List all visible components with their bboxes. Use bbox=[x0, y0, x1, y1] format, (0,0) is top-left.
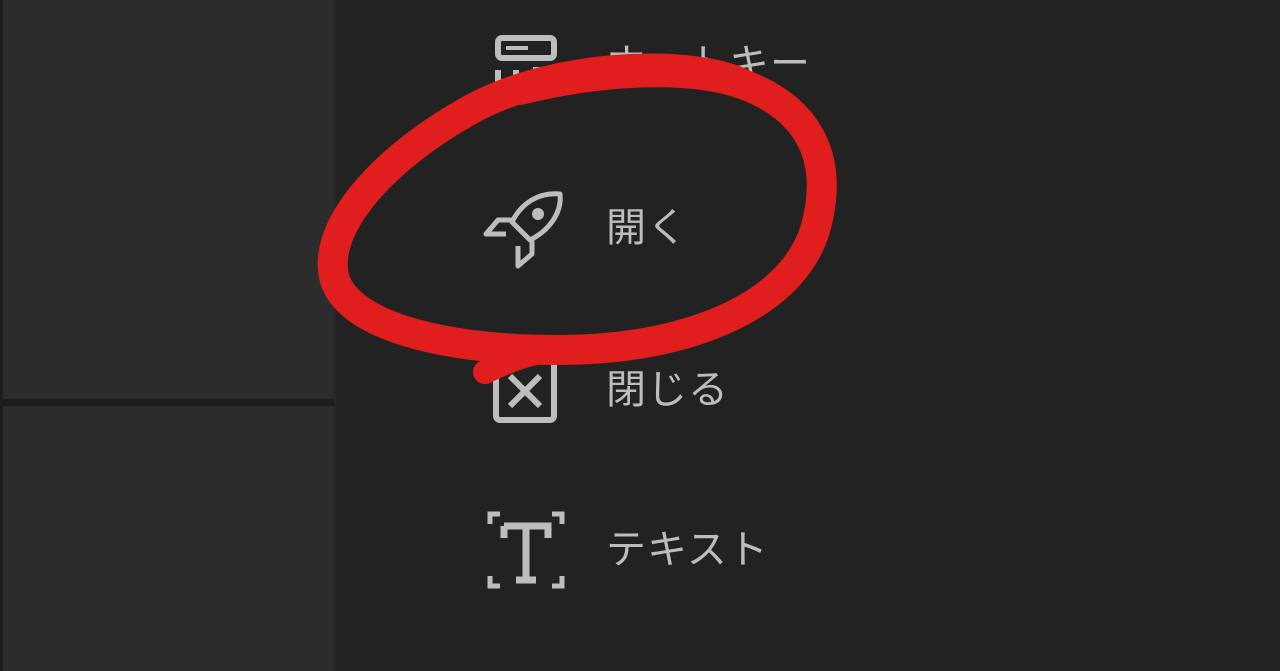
menu-item-open[interactable]: 開く bbox=[470, 178, 1070, 278]
menu-item-close[interactable]: 閉じる bbox=[470, 340, 1070, 440]
close-box-icon bbox=[476, 340, 576, 440]
menu-list: ホットキー 開く 閉じる テキスト bbox=[0, 0, 1280, 671]
menu-item-text[interactable]: テキスト bbox=[470, 500, 1070, 600]
rocket-icon bbox=[476, 178, 576, 278]
menu-item-label: テキスト bbox=[606, 527, 769, 573]
hotkey-icon bbox=[476, 14, 576, 114]
menu-item-label: ホットキー bbox=[606, 41, 811, 87]
menu-item-label: 開く bbox=[606, 205, 688, 251]
menu-item-hotkey[interactable]: ホットキー bbox=[470, 14, 1070, 114]
app-window: ホットキー 開く 閉じる テキスト bbox=[0, 0, 1280, 671]
text-frame-icon bbox=[476, 500, 576, 600]
menu-item-label: 閉じる bbox=[606, 367, 729, 413]
